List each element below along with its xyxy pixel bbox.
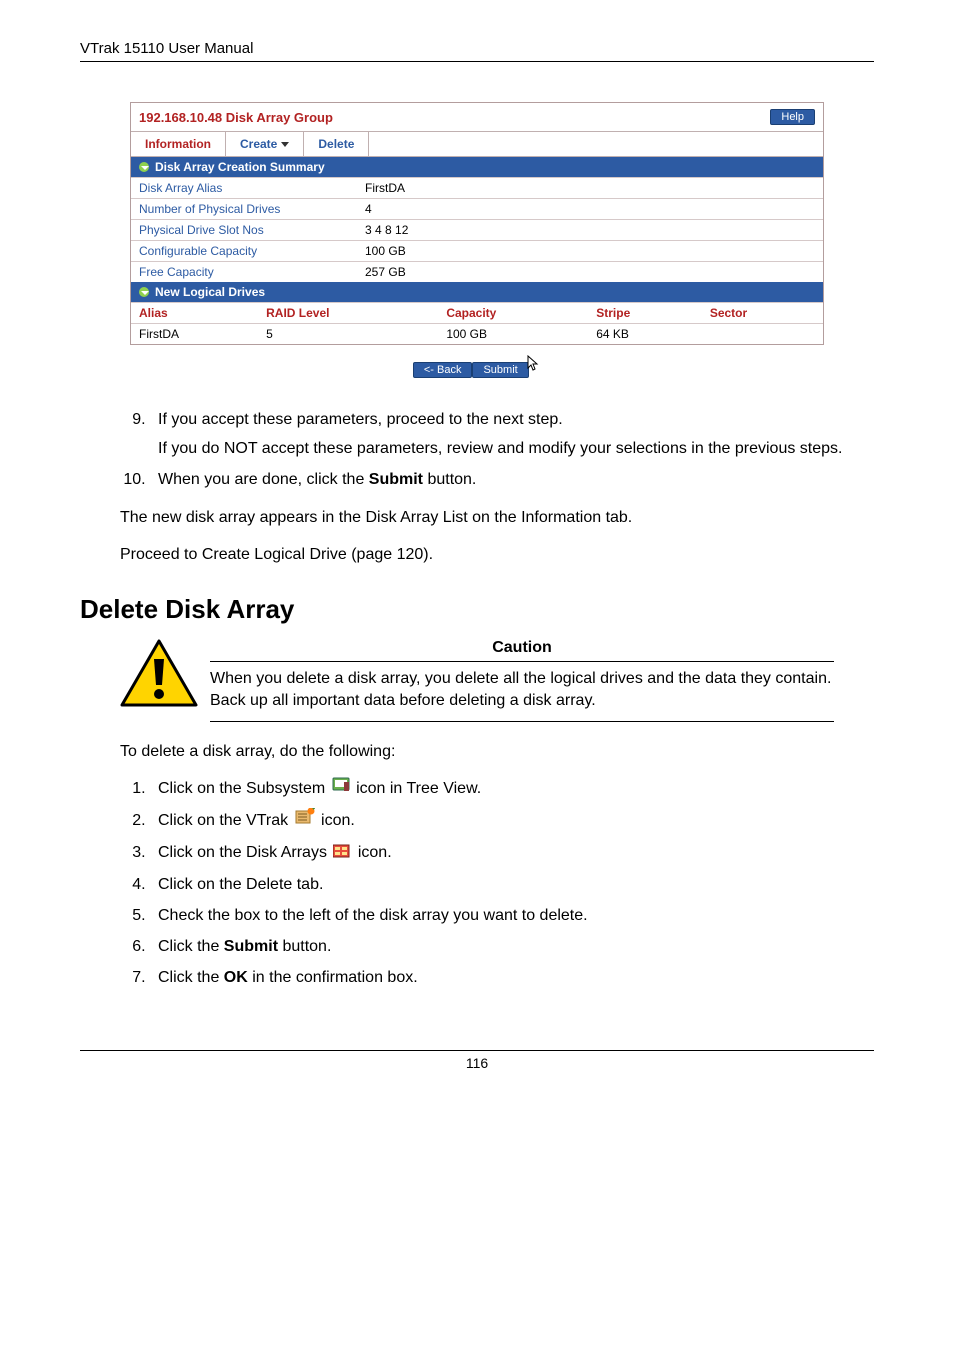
step-10: When you are done, click the Submit butt… [150, 468, 874, 491]
section-summary-title: Disk Array Creation Summary [155, 160, 325, 174]
expand-icon[interactable] [139, 162, 149, 172]
text: icon. [321, 812, 355, 829]
caution-title: Caution [210, 639, 834, 662]
col-stripe: Stripe [588, 303, 702, 324]
delete-step-5: Check the box to the left of the disk ar… [150, 904, 874, 927]
cursor-icon [527, 355, 541, 378]
submit-button[interactable]: Submit [472, 362, 528, 378]
kv-key: Free Capacity [131, 262, 357, 283]
back-button[interactable]: <- Back [413, 362, 473, 378]
step-10-pre: When you are done, click the [158, 471, 369, 488]
table-row: FirstDA 5 100 GB 64 KB [131, 324, 823, 345]
delete-step-3: Click on the Disk Arrays icon. [150, 841, 874, 864]
kv-key: Disk Array Alias [131, 178, 357, 199]
kv-row: Free Capacity257 GB [131, 262, 823, 283]
kv-row: Disk Array AliasFirstDA [131, 178, 823, 199]
panel-title: 192.168.10.48 Disk Array Group [139, 110, 333, 125]
step-9-main: If you accept these parameters, proceed … [158, 411, 563, 428]
text: Click the [158, 938, 224, 955]
cell-sector [702, 324, 823, 345]
text: Click on the Subsystem [158, 780, 330, 797]
text: Click on the VTrak [158, 812, 293, 829]
cell-raid: 5 [258, 324, 438, 345]
step-9: If you accept these parameters, proceed … [150, 408, 874, 460]
logical-drives-table: Alias RAID Level Capacity Stripe Sector … [131, 302, 823, 344]
text: button. [278, 938, 331, 955]
steps-9-10: If you accept these parameters, proceed … [120, 408, 874, 492]
manual-title: VTrak 15110 User Manual [80, 40, 253, 57]
kv-val: FirstDA [357, 178, 823, 199]
delete-step-6: Click the Submit button. [150, 935, 874, 958]
delete-step-4: Click on the Delete tab. [150, 873, 874, 896]
cell-stripe: 64 KB [588, 324, 702, 345]
para-proceed: Proceed to Create Logical Drive (page 12… [120, 543, 874, 566]
cell-alias: FirstDA [131, 324, 258, 345]
delete-step-2: Click on the VTrak icon. [150, 808, 874, 833]
kv-val: 100 GB [357, 241, 823, 262]
section-logical-title: New Logical Drives [155, 285, 265, 299]
panel-titlebar: 192.168.10.48 Disk Array Group Help [131, 103, 823, 131]
caution-icon [120, 639, 198, 722]
tab-delete[interactable]: Delete [304, 132, 369, 156]
page-number: 116 [466, 1055, 488, 1071]
summary-table: Disk Array AliasFirstDA Number of Physic… [131, 177, 823, 282]
tab-create-label: Create [240, 137, 277, 151]
kv-key: Configurable Capacity [131, 241, 357, 262]
kv-key: Physical Drive Slot Nos [131, 220, 357, 241]
kv-val: 257 GB [357, 262, 823, 283]
text: icon. [358, 844, 392, 861]
tab-delete-label: Delete [318, 137, 354, 151]
kv-row: Number of Physical Drives4 [131, 199, 823, 220]
para-delete-intro: To delete a disk array, do the following… [120, 740, 874, 763]
page-header: VTrak 15110 User Manual [80, 40, 874, 62]
kv-val: 3 4 8 12 [357, 220, 823, 241]
kv-row: Physical Drive Slot Nos3 4 8 12 [131, 220, 823, 241]
disk-array-group-panel: 192.168.10.48 Disk Array Group Help Info… [130, 102, 824, 345]
text: Check the box to the left of the disk ar… [158, 907, 588, 924]
help-button[interactable]: Help [770, 109, 815, 125]
button-row: <- BackSubmit [130, 349, 824, 382]
subsystem-icon [332, 777, 350, 800]
tab-row: Information Create Delete [131, 131, 823, 157]
kv-val: 4 [357, 199, 823, 220]
delete-step-1: Click on the Subsystem icon in Tree View… [150, 777, 874, 800]
page-footer: 116 [80, 1050, 874, 1071]
section-summary-header: Disk Array Creation Summary [131, 157, 823, 177]
step-9-sub: If you do NOT accept these parameters, r… [158, 437, 874, 460]
text: Click on the Delete tab. [158, 876, 323, 893]
step-10-bold: Submit [369, 471, 423, 488]
text: icon in Tree View. [356, 780, 481, 797]
expand-icon[interactable] [139, 287, 149, 297]
text: Click on the Disk Arrays [158, 844, 331, 861]
section-logical-header: New Logical Drives [131, 282, 823, 302]
text: Click the [158, 969, 224, 986]
tab-create[interactable]: Create [226, 132, 304, 156]
text: in the confirmation box. [248, 969, 418, 986]
cell-capacity: 100 GB [438, 324, 588, 345]
vtrak-icon [295, 808, 315, 833]
delete-steps: Click on the Subsystem icon in Tree View… [120, 777, 874, 990]
tab-information-label: Information [145, 137, 211, 151]
col-capacity: Capacity [438, 303, 588, 324]
caution-body: When you delete a disk array, you delete… [210, 668, 834, 722]
col-raid: RAID Level [258, 303, 438, 324]
delete-disk-array-heading: Delete Disk Array [80, 594, 874, 625]
step-10-post: button. [423, 471, 476, 488]
tab-information[interactable]: Information [131, 132, 226, 156]
col-alias: Alias [131, 303, 258, 324]
bold-text: OK [224, 969, 248, 986]
col-sector: Sector [702, 303, 823, 324]
caution-block: Caution When you delete a disk array, yo… [120, 639, 834, 722]
chevron-down-icon [281, 142, 289, 147]
table-header-row: Alias RAID Level Capacity Stripe Sector [131, 303, 823, 324]
bold-text: Submit [224, 938, 278, 955]
kv-row: Configurable Capacity100 GB [131, 241, 823, 262]
kv-key: Number of Physical Drives [131, 199, 357, 220]
para-array-list: The new disk array appears in the Disk A… [120, 506, 874, 529]
delete-step-7: Click the OK in the confirmation box. [150, 966, 874, 989]
disk-arrays-icon [333, 842, 351, 865]
